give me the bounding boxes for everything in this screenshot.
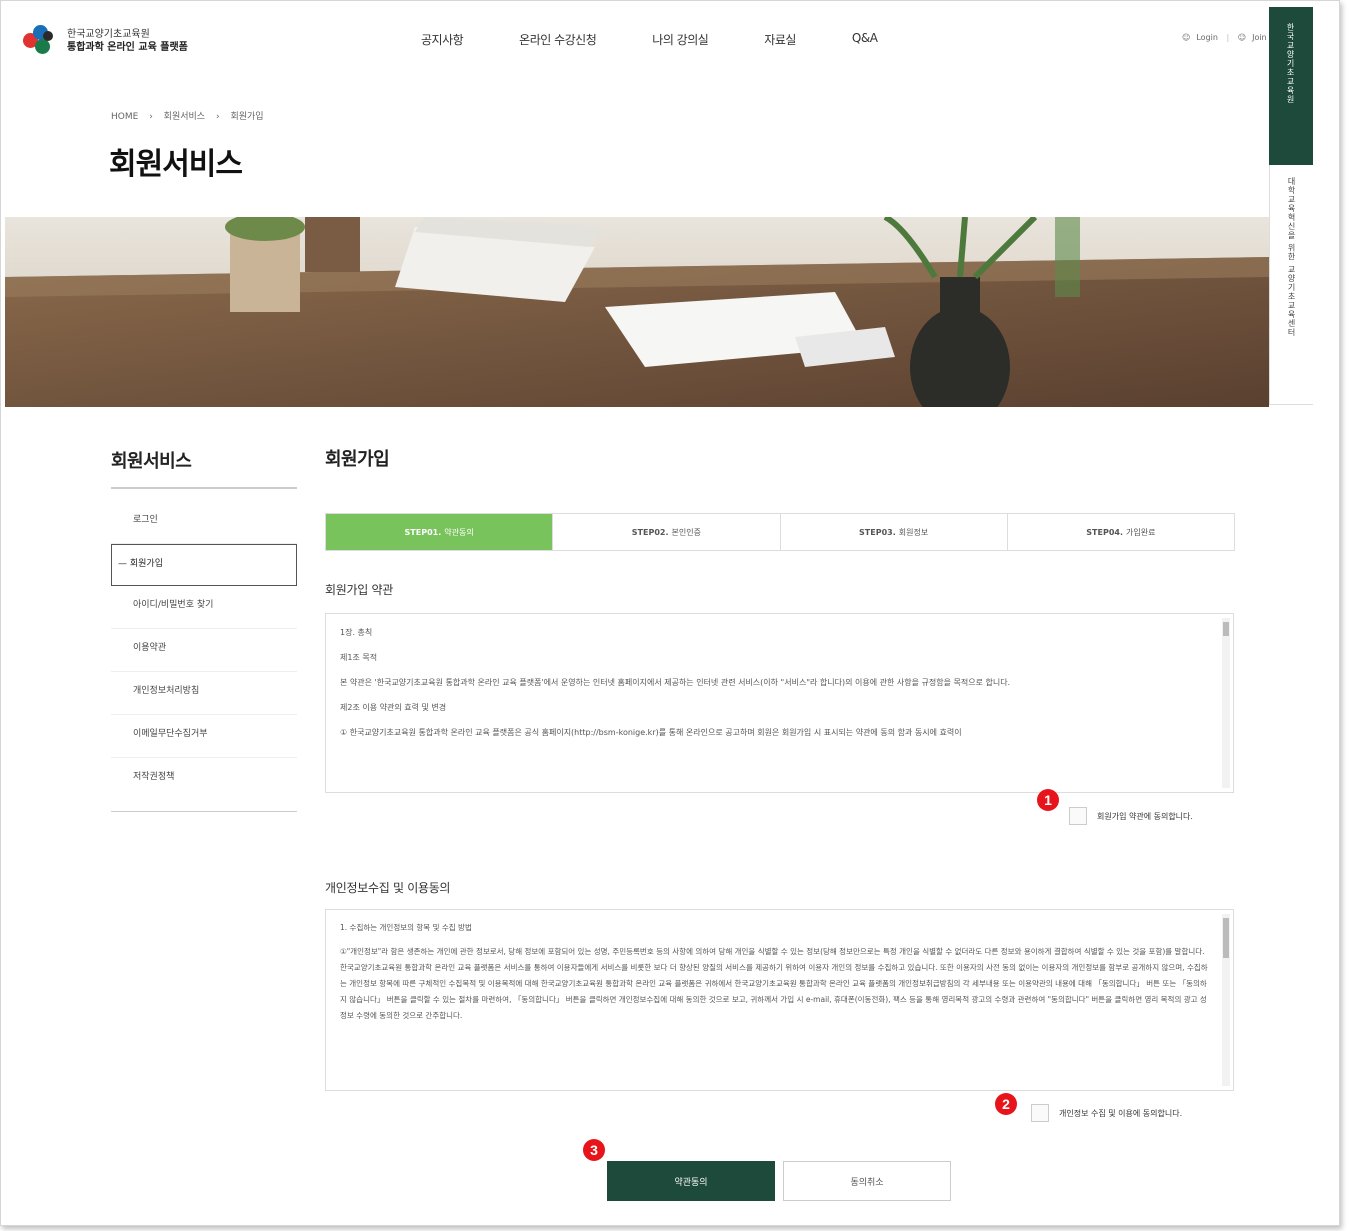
privacy-title: 개인정보수집 및 이용동의: [325, 881, 451, 895]
step-4: STEP04. 가입완료: [1006, 514, 1234, 550]
step-label: 약관동의: [444, 527, 474, 537]
cancel-button[interactable]: 동의취소: [783, 1161, 951, 1201]
step-label: 본인인증: [671, 527, 701, 537]
scrollbar[interactable]: [1222, 618, 1230, 788]
scrollbar-thumb[interactable]: [1223, 622, 1229, 636]
step-number: STEP02.: [631, 527, 669, 537]
lnb-title: 회원서비스: [111, 451, 192, 472]
scrollbar[interactable]: [1222, 914, 1230, 1086]
side-menu-item-email-refusal[interactable]: 이메일무단수집거부: [111, 715, 297, 758]
terms-paragraph: 본 약관은 '한국교양기초교육원 통합과학 온라인 교육 플랫폼'에서 운영하는…: [340, 678, 1011, 687]
side-menu-item-login[interactable]: 로그인: [111, 501, 297, 544]
step-2: STEP02. 본인인증: [552, 514, 779, 550]
terms-paragraph: 제2조 이용 약관의 효력 및 변경: [340, 703, 447, 712]
main-nav: 공지사항 온라인 수강신청 나의 강의실 자료실 Q&A: [421, 31, 933, 48]
privacy-agree-label[interactable]: 개인정보 수집 및 이용에 동의합니다.: [1059, 1108, 1182, 1119]
privacy-textbox[interactable]: 1. 수집하는 개인정보의 항목 및 수집 방법 ①"개인정보"라 함은 생존하…: [325, 909, 1234, 1091]
user-icon: ☺: [1237, 33, 1247, 42]
terms-paragraph: 1장. 총칙: [340, 628, 373, 637]
util-links: ☺ Login | ☺ Join: [1182, 33, 1267, 42]
step-label: 회원정보: [898, 527, 929, 537]
side-menu-item-copyright[interactable]: 저작권정책: [111, 758, 297, 801]
nav-course-apply[interactable]: 온라인 수강신청: [519, 31, 597, 48]
logo-line1: 한국교양기초교육원: [67, 29, 150, 40]
nav-notice[interactable]: 공지사항: [421, 31, 464, 48]
privacy-agree-checkbox[interactable]: [1031, 1104, 1049, 1122]
terms-paragraph: 제1조 목적: [340, 653, 378, 662]
terms-title: 회원가입 약관: [325, 583, 393, 597]
step-number: STEP04.: [1086, 527, 1123, 537]
terms-agree-checkbox[interactable]: [1069, 807, 1087, 825]
side-menu-item-terms[interactable]: 이용약관: [111, 629, 297, 672]
chevron-right-icon: ›: [149, 112, 153, 122]
logo-icon: [23, 25, 57, 57]
page-frame: 한국교양기초교육원 통합과학 온라인 교육 플랫폼 공지사항 온라인 수강신청 …: [0, 0, 1340, 1226]
side-tab-light-label: 대학교육혁신을 위한 교양기초교육센터: [1287, 177, 1296, 338]
hero-image: [5, 217, 1269, 407]
step-number: STEP01.: [404, 527, 442, 537]
side-menu: 로그인 — 회원가입 아이디/비밀번호 찾기 이용약관 개인정보처리방침 이메일…: [111, 501, 297, 801]
scrollbar-thumb[interactable]: [1223, 918, 1229, 958]
terms-agree-label[interactable]: 회원가입 약관에 동의합니다.: [1097, 811, 1193, 822]
login-link[interactable]: Login: [1196, 33, 1218, 42]
privacy-agree-row: 개인정보 수집 및 이용에 동의합니다.: [1031, 1104, 1182, 1122]
terms-textbox[interactable]: 1장. 총칙 제1조 목적 본 약관은 '한국교양기초교육원 통합과학 온라인 …: [325, 613, 1234, 793]
nav-qna[interactable]: Q&A: [852, 31, 878, 48]
breadcrumb-item[interactable]: 회원서비스: [164, 112, 205, 122]
nav-my-classroom[interactable]: 나의 강의실: [652, 31, 709, 48]
user-icon: ☺: [1182, 33, 1191, 42]
terms-paragraph: ① 한국교양기초교육원 통합과학 온라인 교육 플랫폼은 공식 홈페이지(htt…: [340, 728, 962, 737]
side-menu-item-join[interactable]: — 회원가입: [111, 544, 297, 586]
terms-agree-row: 회원가입 약관에 동의합니다.: [1069, 807, 1193, 825]
breadcrumb: HOME › 회원서비스 › 회원가입: [111, 109, 272, 122]
side-menu-item-find-account[interactable]: 아이디/비밀번호 찾기: [111, 586, 297, 629]
chevron-right-icon: ›: [215, 112, 220, 122]
step-label: 가입완료: [1126, 527, 1156, 537]
side-tab-light[interactable]: 대학교육혁신을 위한 교양기초교육센터: [1269, 165, 1313, 405]
agree-button[interactable]: 약관동의: [607, 1161, 775, 1201]
breadcrumb-home[interactable]: HOME: [111, 112, 138, 122]
divider: [111, 811, 297, 812]
join-link[interactable]: Join: [1252, 33, 1267, 42]
callout-badge-1: 1: [1037, 789, 1059, 811]
callout-badge-3: 3: [583, 1139, 605, 1161]
step-1: STEP01. 약관동의: [326, 514, 553, 550]
nav-library[interactable]: 자료실: [764, 31, 796, 48]
logo-line2: 통합과학 온라인 교육 플랫폼: [67, 42, 188, 53]
site-logo[interactable]: 한국교양기초교육원 통합과학 온라인 교육 플랫폼: [23, 25, 188, 57]
side-menu-item-privacy[interactable]: 개인정보처리방침: [111, 672, 297, 715]
step-indicator: STEP01. 약관동의 STEP02. 본인인증 STEP03. 회원정보 STEP…: [325, 513, 1235, 551]
privacy-paragraph: ①"개인정보"라 함은 생존하는 개인에 관한 정보로서, 당해 정보에 포함되…: [340, 947, 1208, 1020]
callout-badge-2: 2: [995, 1093, 1017, 1115]
side-tab-dark-label: 한국교양기초교육원: [1286, 23, 1295, 104]
divider: [111, 487, 297, 489]
privacy-paragraph: 1. 수집하는 개인정보의 항목 및 수집 방법: [340, 923, 472, 932]
side-tab-dark[interactable]: 한국교양기초교육원: [1269, 7, 1313, 165]
breadcrumb-current: 회원가입: [230, 112, 264, 122]
step-3: STEP03. 회원정보: [779, 514, 1007, 550]
side-menu-item-label: 회원가입: [129, 559, 163, 569]
step-number: STEP03.: [859, 527, 896, 537]
page-title: 회원서비스: [109, 147, 243, 182]
content-title: 회원가입: [325, 449, 390, 470]
